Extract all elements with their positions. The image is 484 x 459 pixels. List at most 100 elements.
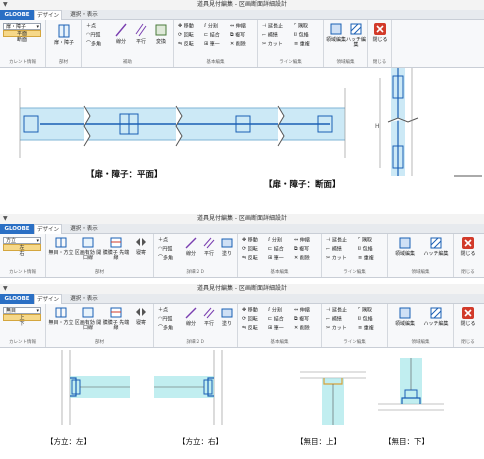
point-button[interactable]: ＋点 [86,23,96,30]
close-button[interactable]: 閉じる [370,23,390,43]
join-button[interactable]: ⊏ 結合 [268,316,284,323]
copy-button[interactable]: ⧉ 複写 [294,316,309,323]
current-option-left[interactable]: 左 [3,244,41,251]
opening-line-button[interactable]: 区画有効 開口線 [74,307,102,332]
corner-button[interactable]: ⌜ 隅取 [294,23,308,30]
region-edit-button[interactable]: 領域編集 [326,23,346,43]
join-button[interactable]: ⊏ 結合 [204,32,220,39]
current-part-value[interactable]: 方立 [3,237,41,244]
line-button[interactable]: 線分 [182,307,200,327]
region-edit-button[interactable]: 領域編集 [392,307,418,327]
tab-design[interactable]: デザイン [34,10,62,20]
move-button[interactable]: ✥ 移動 [178,23,194,30]
wrap-button[interactable]: ⌷ 包絡 [294,32,309,39]
tip-line-button[interactable]: 膜膜子 先端線 [102,237,130,262]
corner-button[interactable]: ⌜ 隅取 [358,307,372,314]
polygon-button[interactable]: ⌒多角 [158,255,173,262]
connect-button[interactable]: ⌐ 補繕 [262,32,278,39]
tab-design[interactable]: デザイン [34,294,62,304]
extend-button[interactable]: ⊣ 延長止 [326,237,347,244]
door-sash-button[interactable]: 扉・障子 [50,24,78,46]
current-part-select[interactable]: 方立 左 右 [3,237,41,258]
join-button[interactable]: ⊏ 結合 [268,246,284,253]
delete-button[interactable]: ✕ 削除 [294,255,310,262]
polygon-button[interactable]: ⌒多角 [158,325,173,332]
point-button[interactable]: ＋点 [158,307,168,314]
stretch-button[interactable]: ⇔ 伸縮 [294,307,310,314]
hatch-edit-button[interactable]: ハッチ編集 [422,307,450,327]
current-option-plan[interactable]: 平面 [3,30,41,37]
rotate-button[interactable]: ⟳ 回転 [178,32,194,39]
extend-button[interactable]: ⊣ 延長止 [262,23,283,30]
convert-button[interactable]: 変換 [152,23,170,45]
collect-button[interactable]: ⊞ 筆一 [204,41,220,48]
move-button[interactable]: ✥ 移動 [242,237,258,244]
parallel-button[interactable]: 平行 [200,237,218,257]
tab-select-view[interactable]: 選択・表示 [64,10,104,20]
mullion-transom-button[interactable]: 無目・方立 [48,307,74,326]
point-button[interactable]: ＋点 [158,237,168,244]
tab-select-view[interactable]: 選択・表示 [64,294,104,304]
current-option-section[interactable]: 断面 [3,37,41,44]
divide-button[interactable]: ⫽ 分割 [204,23,218,30]
current-part-value[interactable]: 扉・障子 [3,23,41,30]
wrap-button[interactable]: ⌷ 包絡 [358,246,373,253]
line-button[interactable]: 線分 [182,237,200,257]
collect-button[interactable]: ⊞ 筆一 [268,325,284,332]
divide-button[interactable]: ⫽ 分割 [268,237,282,244]
tip-line-button[interactable]: 膜膜子 先端線 [102,307,130,332]
arc-button[interactable]: ◠円弧 [158,246,172,253]
current-part-select[interactable]: 扉・障子 平面 断面 [3,23,41,44]
hatch-edit-button[interactable]: ハッチ編集 [346,23,366,49]
connect-button[interactable]: ⌐ 補繕 [326,246,342,253]
cut-button[interactable]: ✂ カット [326,255,347,262]
wrap-button[interactable]: ⌷ 包絡 [358,316,373,323]
arc-button[interactable]: ◠円弧 [158,316,172,323]
stretch-button[interactable]: ⇔ 伸縮 [230,23,246,30]
fill-button[interactable]: 塗り [218,237,236,257]
corner-button[interactable]: ⌜ 隅取 [358,237,372,244]
tab-select-view[interactable]: 選択・表示 [64,224,104,234]
extend-button[interactable]: ⊣ 延長止 [326,307,347,314]
current-part-value[interactable]: 無目 [3,307,41,314]
cut-button[interactable]: ✂ カット [262,41,283,48]
cut-button[interactable]: ✂ カット [326,325,347,332]
polygon-button[interactable]: ⌒多角 [86,41,101,48]
current-option-top[interactable]: 上 [3,314,41,321]
collect-button[interactable]: ⊞ 筆一 [268,255,284,262]
parallel-button[interactable]: 平行 [132,23,150,45]
overlap-button[interactable]: ≡ 重複 [358,255,374,262]
approach-button[interactable]: 寝寄 [130,237,152,256]
connect-button[interactable]: ⌐ 補繕 [326,316,342,323]
tab-gloobe[interactable]: GLOOBE [0,294,34,304]
hatch-edit-button[interactable]: ハッチ編集 [422,237,450,257]
parallel-button[interactable]: 平行 [200,307,218,327]
move-button[interactable]: ✥ 移動 [242,307,258,314]
tab-gloobe[interactable]: GLOOBE [0,10,34,20]
rotate-button[interactable]: ⟳ 回転 [242,246,258,253]
tab-gloobe[interactable]: GLOOBE [0,224,34,234]
rotate-button[interactable]: ⟳ 回転 [242,316,258,323]
arc-button[interactable]: ◠円弧 [86,32,100,39]
current-part-select[interactable]: 無目 上 下 [3,307,41,328]
region-edit-button[interactable]: 領域編集 [392,237,418,257]
copy-button[interactable]: ⧉ 複写 [294,246,309,253]
line-button[interactable]: 線分 [112,23,130,45]
close-button[interactable]: 閉じる [457,237,479,257]
overlap-button[interactable]: ≡ 重複 [358,325,374,332]
mirror-button[interactable]: ⇋ 反転 [242,255,258,262]
mirror-button[interactable]: ⇋ 反転 [178,41,194,48]
divide-button[interactable]: ⫽ 分割 [268,307,282,314]
current-option-bottom[interactable]: 下 [3,321,41,328]
fill-button[interactable]: 塗り [218,307,236,327]
overlap-button[interactable]: ≡ 重複 [294,41,310,48]
opening-line-button[interactable]: 区画有効 開口線 [74,237,102,262]
approach-button[interactable]: 寝寄 [130,307,152,326]
delete-button[interactable]: ✕ 削除 [294,325,310,332]
mirror-button[interactable]: ⇋ 反転 [242,325,258,332]
mullion-transom-button[interactable]: 無目・方立 [48,237,74,256]
current-option-right[interactable]: 右 [3,251,41,258]
tab-design[interactable]: デザイン [34,224,62,234]
delete-button[interactable]: ✕ 削除 [230,41,246,48]
close-button[interactable]: 閉じる [457,307,479,327]
